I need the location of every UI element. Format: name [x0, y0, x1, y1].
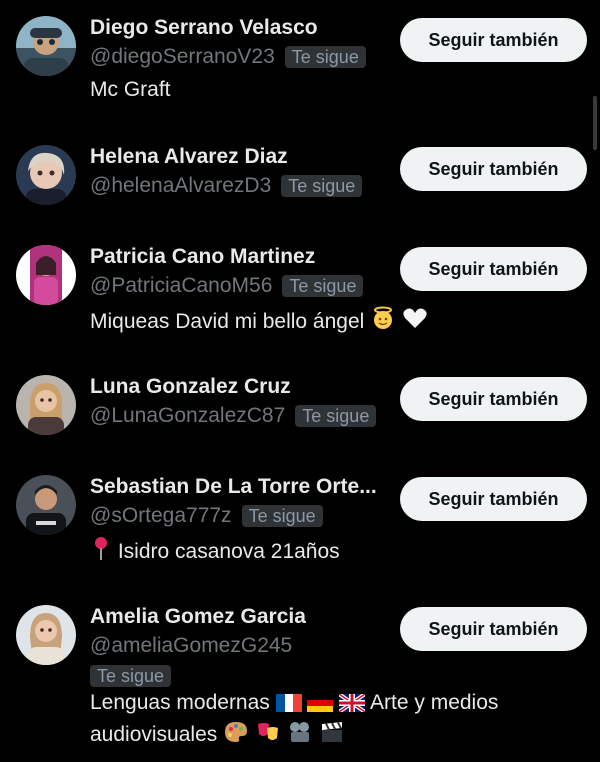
germany-flag-icon [307, 692, 334, 720]
white-heart-icon [402, 305, 428, 339]
user-bio: Miqueas David mi bello ángel [90, 305, 560, 339]
follows-you-badge: Te sigue [241, 505, 323, 527]
film-projector-icon [287, 720, 313, 752]
user-bio: Mc Graft [90, 78, 171, 101]
user-name[interactable]: Amelia Gomez Garcia [90, 603, 306, 631]
handle-line: @ameliaGomezG245 [90, 632, 292, 660]
user-handle[interactable]: @LunaGonzalezC87 [90, 404, 285, 428]
theater-masks-icon [255, 720, 281, 752]
france-flag-icon [275, 692, 302, 720]
user-name[interactable]: Patricia Cano Martinez [90, 243, 315, 271]
avatar[interactable] [16, 245, 76, 305]
pin-icon [90, 535, 112, 569]
follow-back-button[interactable]: Seguir también [400, 377, 587, 421]
handle-line: @PatriciaCanoM56 Te sigue [90, 272, 364, 300]
bio-text: Isidro casanova 21años [117, 540, 340, 563]
user-name[interactable]: Sebastian De La Torre Orte... [90, 473, 377, 501]
avatar[interactable] [16, 145, 76, 205]
bio-text: Lenguas modernas [90, 691, 270, 714]
palette-icon [223, 720, 249, 752]
user-bio: Lenguas modernas Arte y medios audiovisu… [90, 689, 560, 752]
user-name[interactable]: Diego Serrano Velasco [90, 14, 318, 42]
bio-line-2: audiovisuales [90, 720, 560, 752]
avatar[interactable] [16, 605, 76, 665]
handle-line: @LunaGonzalezC87 Te sigue [90, 402, 377, 430]
scrollbar[interactable] [593, 96, 597, 150]
follow-back-button[interactable]: Seguir también [400, 247, 587, 291]
avatar[interactable] [16, 16, 76, 76]
bio-text: audiovisuales [90, 723, 218, 746]
bio-text: Arte y medios [370, 691, 499, 714]
avatar[interactable] [16, 475, 76, 535]
follow-back-button[interactable]: Seguir también [400, 607, 587, 651]
user-handle[interactable]: @ameliaGomezG245 [90, 634, 292, 658]
avatar[interactable] [16, 375, 76, 435]
follow-back-button[interactable]: Seguir también [400, 147, 587, 191]
clapper-board-icon [319, 720, 345, 752]
follow-back-button[interactable]: Seguir también [400, 18, 587, 62]
user-name[interactable]: Luna Gonzalez Cruz [90, 373, 291, 401]
handle-line: @diegoSerranoV23 Te sigue [90, 43, 366, 71]
user-handle[interactable]: @PatriciaCanoM56 [90, 274, 272, 298]
bio-line-1: Lenguas modernas Arte y medios [90, 689, 560, 720]
follows-you-badge: Te sigue [284, 46, 366, 68]
follows-you-badge: Te sigue [90, 665, 172, 687]
user-handle[interactable]: @sOrtega777z [90, 504, 232, 528]
user-bio: Isidro casanova 21años [90, 535, 560, 569]
user-name[interactable]: Helena Alvarez Diaz [90, 143, 288, 171]
handle-line: @sOrtega777z Te sigue [90, 502, 323, 530]
bio-text: Miqueas David mi bello ángel [90, 310, 365, 333]
angel-emoji-icon [370, 305, 396, 339]
handle-line: @helenaAlvarezD3 Te sigue [90, 172, 363, 200]
user-handle[interactable]: @diegoSerranoV23 [90, 45, 275, 69]
follows-you-badge: Te sigue [281, 175, 363, 197]
follows-you-badge: Te sigue [295, 405, 377, 427]
follows-you-badge: Te sigue [282, 275, 364, 297]
user-handle[interactable]: @helenaAlvarezD3 [90, 174, 271, 198]
follow-back-button[interactable]: Seguir también [400, 477, 587, 521]
uk-flag-icon [338, 692, 367, 720]
